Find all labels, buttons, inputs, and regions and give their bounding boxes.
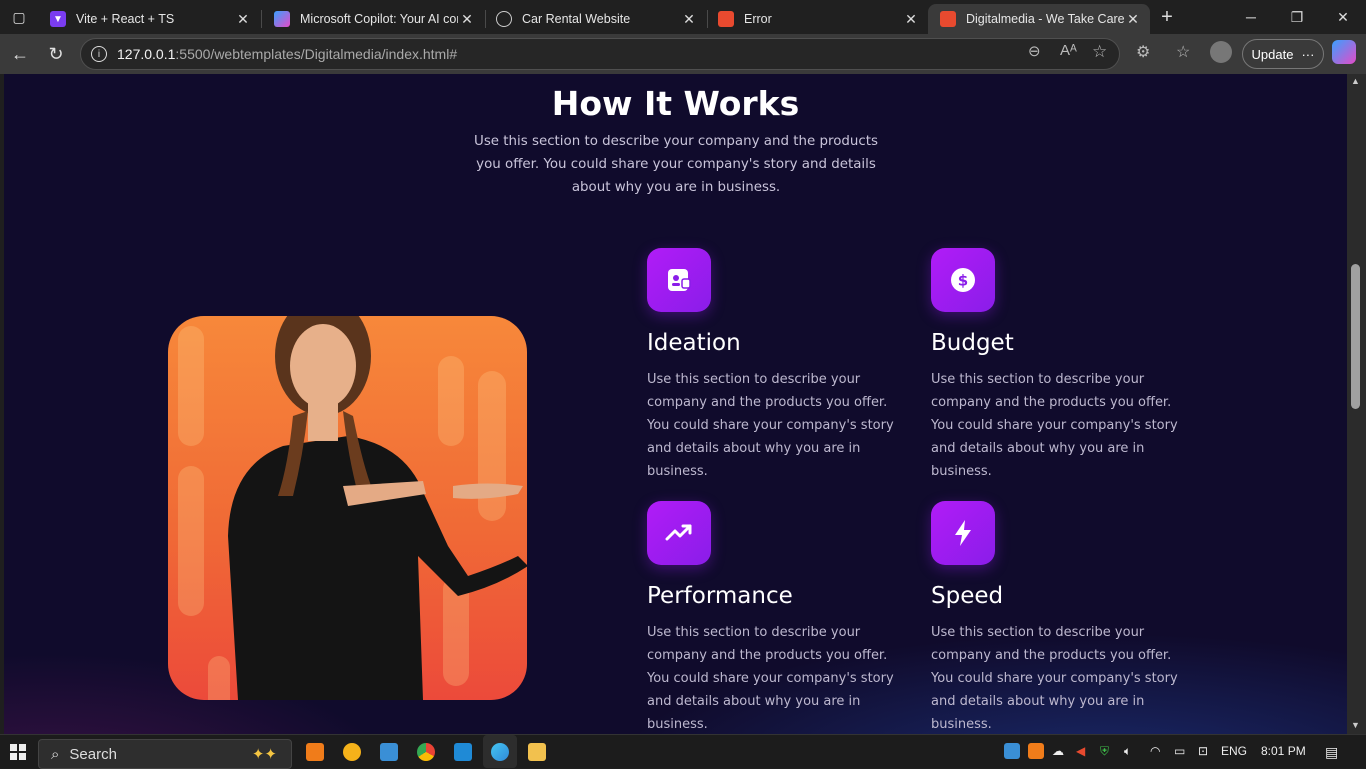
feature-description: Use this section to describe your compan… (931, 372, 1178, 479)
windows-start-icon[interactable] (10, 744, 26, 760)
close-icon[interactable]: ✕ (902, 11, 920, 28)
close-icon[interactable]: ✕ (1124, 11, 1142, 28)
profile-avatar[interactable] (1210, 41, 1232, 63)
tray-app-icon[interactable] (1004, 743, 1020, 759)
scroll-thumb[interactable] (1351, 264, 1360, 409)
file-explorer-icon[interactable] (528, 743, 546, 761)
chrome-icon[interactable] (417, 743, 435, 761)
security-shield-icon[interactable]: ⛨ (1100, 744, 1109, 759)
close-window-button[interactable]: ✕ (1320, 0, 1366, 34)
feature-description: Use this section to describe your compan… (647, 372, 894, 479)
favorite-star-icon[interactable]: ☆ (1092, 42, 1107, 62)
restore-button[interactable]: ❐ (1274, 0, 1320, 34)
more-icon[interactable]: ··· (1301, 47, 1314, 62)
copilot-icon[interactable] (1332, 40, 1356, 64)
id-card-icon (647, 248, 711, 312)
cloud-icon[interactable]: ☁ (1052, 744, 1064, 758)
trending-up-icon (647, 501, 711, 565)
site-info-icon[interactable]: i (91, 46, 107, 62)
address-toolbar: ← ↻ i 127.0.0.1:5500/webtemplates/Digita… (0, 34, 1366, 74)
cast-icon[interactable]: ⊡ (1198, 744, 1208, 758)
lightning-bolt-icon (931, 501, 995, 565)
tab-label: Car Rental Website (522, 12, 631, 26)
copilot-icon (274, 11, 290, 27)
search-icon: ⌕ (51, 745, 60, 763)
browser-tab-digitalmedia[interactable]: Digitalmedia - We Take Care o ✕ (928, 4, 1150, 34)
close-icon[interactable]: ✕ (458, 11, 476, 28)
url-path: :5500/webtemplates/Digitalmedia/index.ht… (175, 46, 458, 62)
scroll-up-icon[interactable]: ▲ (1351, 76, 1360, 86)
tray-xampp-icon[interactable] (1028, 743, 1044, 759)
extensions-icon[interactable]: ⚙ (1136, 42, 1150, 62)
computer-icon[interactable] (380, 743, 398, 761)
vscode-icon[interactable] (454, 743, 472, 761)
tab-actions-icon[interactable]: ▢ (0, 0, 38, 34)
web-page: How It Works Use this section to describ… (4, 74, 1347, 734)
tab-label: Vite + React + TS (76, 12, 175, 26)
feature-title: Ideation (647, 330, 741, 356)
browser-tab-car-rental[interactable]: Car Rental Website ✕ (484, 4, 706, 34)
clock[interactable]: 8:01 PM (1261, 744, 1306, 758)
favorites-icon[interactable]: ☆ (1176, 42, 1190, 62)
feature-title: Budget (931, 330, 1014, 356)
feature-description: Use this section to describe your compan… (931, 625, 1178, 732)
feature-budget: $ Budget Use this section to describe yo… (931, 248, 1191, 483)
scroll-down-icon[interactable]: ▼ (1351, 720, 1360, 730)
svg-text:$: $ (958, 272, 968, 290)
volume-icon[interactable]: 🔈︎ (1124, 744, 1131, 759)
browser-tab-bar: ▢ ▼ Vite + React + TS ✕ Microsoft Copilo… (0, 0, 1366, 34)
feature-description: Use this section to describe your compan… (647, 625, 894, 732)
globe-icon (496, 11, 512, 27)
update-button[interactable]: Update ··· (1242, 39, 1324, 69)
wifi-icon[interactable]: ◠ (1150, 744, 1160, 758)
tray-alert-icon[interactable]: ◀ (1076, 744, 1085, 758)
language-indicator[interactable]: ENG (1221, 744, 1247, 758)
xampp-icon[interactable] (306, 743, 324, 761)
read-aloud-icon[interactable]: Aᴬ (1060, 42, 1077, 59)
template-icon (718, 11, 734, 27)
sparkle-icon: ✦✦ (251, 746, 277, 763)
search-label: Search (69, 745, 117, 763)
url-field[interactable]: i 127.0.0.1:5500/webtemplates/Digitalmed… (80, 38, 1120, 70)
dollar-coin-icon: $ (931, 248, 995, 312)
page-scrollbar[interactable]: ▲ ▼ (1347, 74, 1366, 734)
hero-photo (168, 316, 527, 700)
section-title: How It Works (551, 84, 800, 123)
notifications-icon[interactable]: ▤ (1325, 744, 1338, 761)
close-icon[interactable]: ✕ (680, 11, 698, 28)
tab-label: Microsoft Copilot: Your AI com (300, 12, 458, 26)
feature-title: Performance (647, 583, 793, 609)
windows-taskbar: ⌕ Search ✦✦ ☁ ◀ ⛨ 🔈︎ ◠ ▭ ⊡ ENG 8:01 PM ▤ (0, 734, 1366, 769)
zoom-icon[interactable]: ⊖ (1028, 42, 1041, 60)
close-icon[interactable]: ✕ (234, 11, 252, 28)
vite-icon: ▼ (50, 11, 66, 27)
browser-tab-vite[interactable]: ▼ Vite + React + TS ✕ (38, 4, 260, 34)
update-label: Update (1251, 46, 1294, 62)
new-tab-button[interactable]: + (1152, 0, 1182, 34)
taskbar-search[interactable]: ⌕ Search ✦✦ (38, 739, 292, 769)
tab-label: Digitalmedia - We Take Care o (966, 12, 1124, 26)
app-icon[interactable] (343, 743, 361, 761)
refresh-icon[interactable]: ↻ (42, 40, 70, 68)
feature-title: Speed (931, 583, 1004, 609)
url-host: 127.0.0.1 (117, 46, 176, 62)
battery-icon[interactable]: ▭ (1174, 744, 1185, 758)
feature-performance: Performance Use this section to describe… (647, 501, 907, 734)
woman-pointing-image (228, 316, 527, 700)
minimize-button[interactable]: ─ (1228, 0, 1274, 34)
feature-ideation: Ideation Use this section to describe yo… (647, 248, 907, 483)
template-icon (940, 11, 956, 27)
tab-label: Error (744, 12, 772, 26)
feature-speed: Speed Use this section to describe your … (931, 501, 1191, 734)
browser-tab-copilot[interactable]: Microsoft Copilot: Your AI com ✕ (262, 4, 484, 34)
browser-tab-error[interactable]: Error ✕ (706, 4, 928, 34)
back-arrow-icon[interactable]: ← (6, 40, 34, 68)
section-intro: Use this section to describe your compan… (474, 134, 878, 195)
